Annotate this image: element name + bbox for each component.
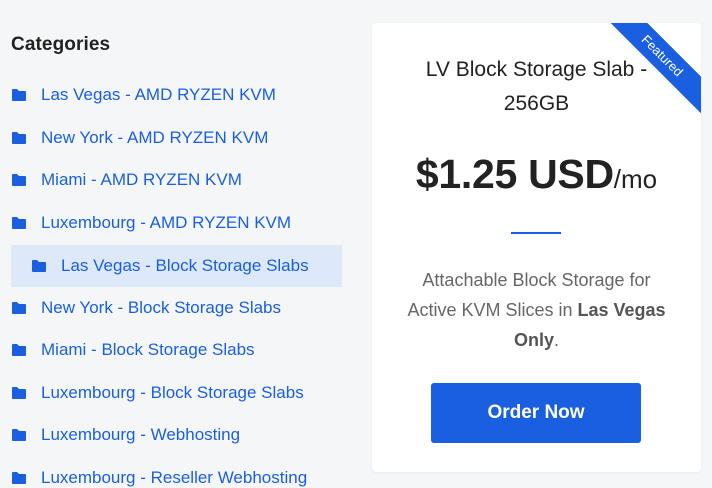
folder-icon: [12, 174, 26, 186]
category-sidebar: Categories Las Vegas - AMD RYZEN KVM New…: [0, 0, 350, 488]
price-divider: [511, 232, 561, 234]
description-end: .: [554, 330, 560, 350]
folder-icon: [12, 89, 26, 101]
folder-icon: [12, 132, 26, 144]
category-item[interactable]: Miami - AMD RYZEN KVM: [0, 160, 350, 200]
categories-heading: Categories: [11, 34, 111, 55]
category-item[interactable]: Luxembourg - Webhosting: [0, 415, 350, 455]
category-label: Miami - Block Storage Slabs: [41, 340, 255, 359]
product-description: Attachable Block Storage for Active KVM …: [372, 265, 701, 355]
category-label: Luxembourg - Reseller Webhosting: [41, 468, 308, 487]
folder-icon: [12, 429, 26, 441]
category-item[interactable]: Las Vegas - AMD RYZEN KVM: [0, 75, 350, 115]
folder-icon: [12, 217, 26, 229]
folder-icon: [12, 387, 26, 399]
category-label: Luxembourg - AMD RYZEN KVM: [41, 213, 292, 232]
order-now-button[interactable]: Order Now: [431, 383, 641, 443]
product-price: $1.25 USD/mo: [372, 151, 701, 198]
folder-icon: [12, 472, 26, 484]
folder-icon: [12, 344, 26, 356]
page: Categories Las Vegas - AMD RYZEN KVM New…: [0, 0, 712, 488]
category-label: Las Vegas - AMD RYZEN KVM: [41, 85, 276, 104]
billing-cycle: /mo: [613, 164, 658, 194]
category-label: Las Vegas - Block Storage Slabs: [61, 256, 309, 275]
category-label: Miami - AMD RYZEN KVM: [41, 170, 242, 189]
folder-icon: [12, 302, 26, 314]
category-label: New York - Block Storage Slabs: [41, 298, 282, 317]
product-title: LV Block Storage Slab - 256GB: [425, 58, 648, 115]
category-item[interactable]: Miami - Block Storage Slabs: [0, 330, 350, 370]
product-card: Featured LV Block Storage Slab - 256GB $…: [372, 23, 701, 472]
category-label: Luxembourg - Block Storage Slabs: [41, 383, 304, 402]
category-label: New York - AMD RYZEN KVM: [41, 128, 269, 147]
folder-icon: [32, 260, 46, 272]
category-label: Luxembourg - Webhosting: [41, 425, 241, 444]
category-item-active[interactable]: Las Vegas - Block Storage Slabs: [11, 245, 342, 287]
category-item[interactable]: New York - AMD RYZEN KVM: [0, 118, 350, 158]
price-amount: $1.25 USD: [415, 151, 614, 197]
category-item[interactable]: New York - Block Storage Slabs: [0, 288, 350, 328]
category-item[interactable]: Luxembourg - AMD RYZEN KVM: [0, 203, 350, 243]
category-item[interactable]: Luxembourg - Reseller Webhosting: [0, 458, 350, 488]
category-item[interactable]: Luxembourg - Block Storage Slabs: [0, 373, 350, 413]
